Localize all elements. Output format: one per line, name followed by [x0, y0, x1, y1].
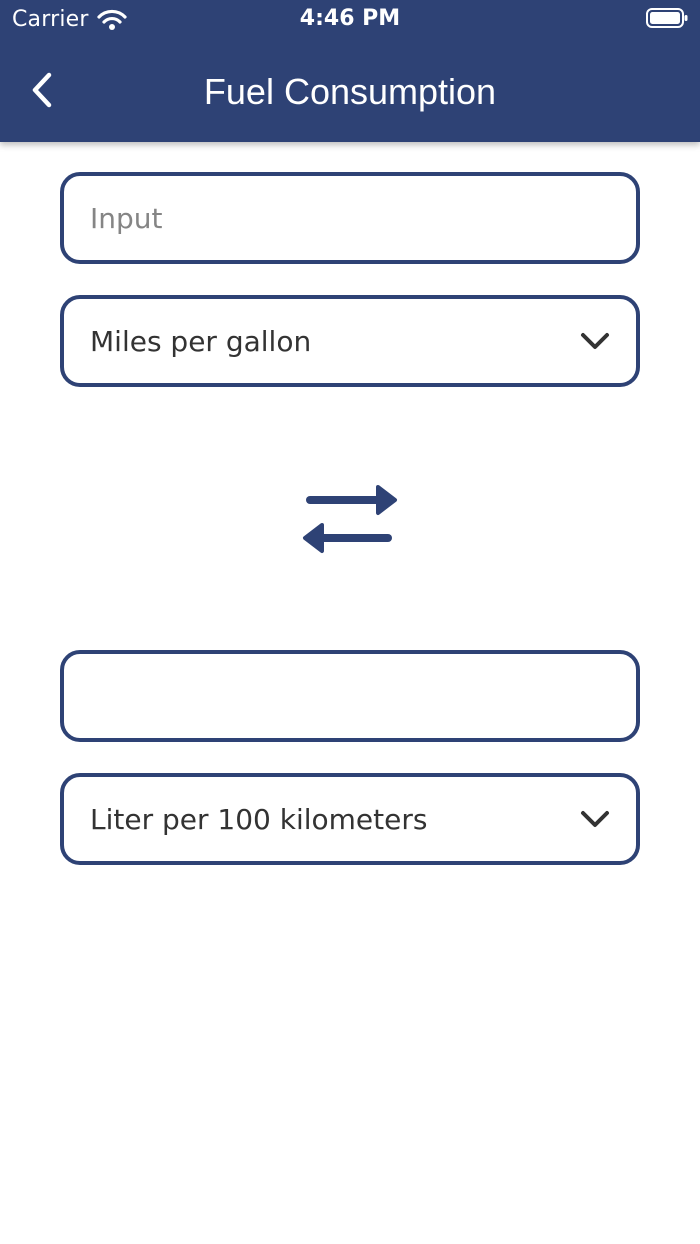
- page-title: Fuel Consumption: [203, 71, 497, 112]
- chevron-down-icon: [581, 333, 609, 349]
- battery-icon: [646, 8, 688, 28]
- input-field-container[interactable]: [60, 172, 640, 264]
- to-unit-label: Liter per 100 kilometers: [90, 802, 428, 836]
- swap-arrows-icon[interactable]: [300, 480, 400, 560]
- value-input[interactable]: [90, 201, 610, 235]
- status-time: 4:46 PM: [299, 6, 401, 31]
- from-unit-label: Miles per gallon: [90, 324, 312, 358]
- to-unit-select[interactable]: Liter per 100 kilometers: [60, 773, 640, 865]
- output-field-container[interactable]: [60, 650, 640, 742]
- from-unit-select[interactable]: Miles per gallon: [60, 295, 640, 387]
- chevron-down-icon: [581, 811, 609, 827]
- result-output[interactable]: [90, 679, 610, 713]
- app-header: Carrier 4:46 PM Fuel Consumption: [0, 0, 700, 142]
